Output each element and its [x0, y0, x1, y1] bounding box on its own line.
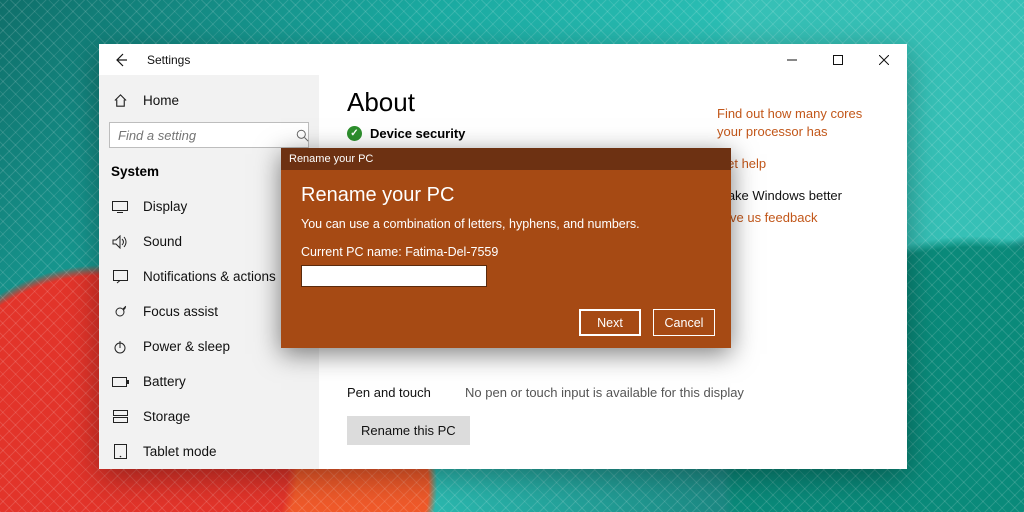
sidebar-item-storage[interactable]: Storage	[99, 399, 319, 434]
device-specs-section: Pen and touch No pen or touch input is a…	[347, 385, 744, 445]
sidebar-item-label: Power & sleep	[143, 339, 230, 354]
sidebar-item-label: Sound	[143, 234, 182, 249]
power-icon	[111, 340, 129, 354]
storage-icon	[111, 410, 129, 423]
sidebar-item-tablet-mode[interactable]: Tablet mode	[99, 434, 319, 469]
minimize-button[interactable]	[769, 44, 815, 75]
sidebar-item-label: Notifications & actions	[143, 269, 276, 284]
dialog-titlebar: Rename your PC	[281, 148, 731, 170]
current-pc-name-label: Current PC name: Fatima-Del-7559	[301, 245, 711, 259]
link-cores[interactable]: Find out how many cores your processor h…	[717, 105, 887, 141]
desktop-wallpaper: Settings Home System	[0, 0, 1024, 512]
pen-touch-label: Pen and touch	[347, 385, 447, 400]
window-title: Settings	[147, 53, 190, 67]
sidebar-item-label: Focus assist	[143, 304, 218, 319]
new-pc-name-input[interactable]	[301, 265, 487, 287]
dialog-heading: Rename your PC	[301, 184, 711, 207]
search-icon	[296, 129, 309, 142]
sidebar-item-label: Display	[143, 199, 187, 214]
sidebar-home-label: Home	[143, 93, 179, 108]
battery-icon	[111, 377, 129, 387]
maximize-button[interactable]	[815, 44, 861, 75]
close-button[interactable]	[861, 44, 907, 75]
focus-assist-icon	[111, 305, 129, 319]
check-icon: ✓	[347, 126, 362, 141]
sidebar-home[interactable]: Home	[99, 85, 319, 116]
rename-pc-button[interactable]: Rename this PC	[347, 416, 470, 445]
back-button[interactable]	[113, 51, 131, 69]
pen-touch-value: No pen or touch input is available for t…	[465, 385, 744, 400]
dialog-description: You can use a combination of letters, hy…	[301, 217, 711, 231]
home-icon	[111, 93, 129, 108]
link-feedback[interactable]: Give us feedback	[717, 209, 887, 227]
sidebar-item-battery[interactable]: Battery	[99, 364, 319, 399]
tablet-icon	[111, 444, 129, 459]
link-help[interactable]: Get help	[717, 155, 887, 173]
sidebar-item-label: Storage	[143, 409, 190, 424]
search-box[interactable]	[109, 122, 309, 148]
make-windows-better-heading: Make Windows better	[717, 188, 887, 203]
sound-icon	[111, 235, 129, 249]
related-links: Find out how many cores your processor h…	[717, 105, 887, 241]
sidebar-item-label: Tablet mode	[143, 444, 217, 459]
cancel-button[interactable]: Cancel	[653, 309, 715, 336]
rename-pc-dialog: Rename your PC Rename your PC You can us…	[281, 148, 731, 348]
notifications-icon	[111, 270, 129, 284]
device-security-label: Device security	[370, 126, 465, 141]
sidebar-item-label: Battery	[143, 374, 186, 389]
search-input[interactable]	[118, 128, 296, 143]
next-button[interactable]: Next	[579, 309, 641, 336]
display-icon	[111, 201, 129, 213]
titlebar: Settings	[99, 44, 907, 75]
